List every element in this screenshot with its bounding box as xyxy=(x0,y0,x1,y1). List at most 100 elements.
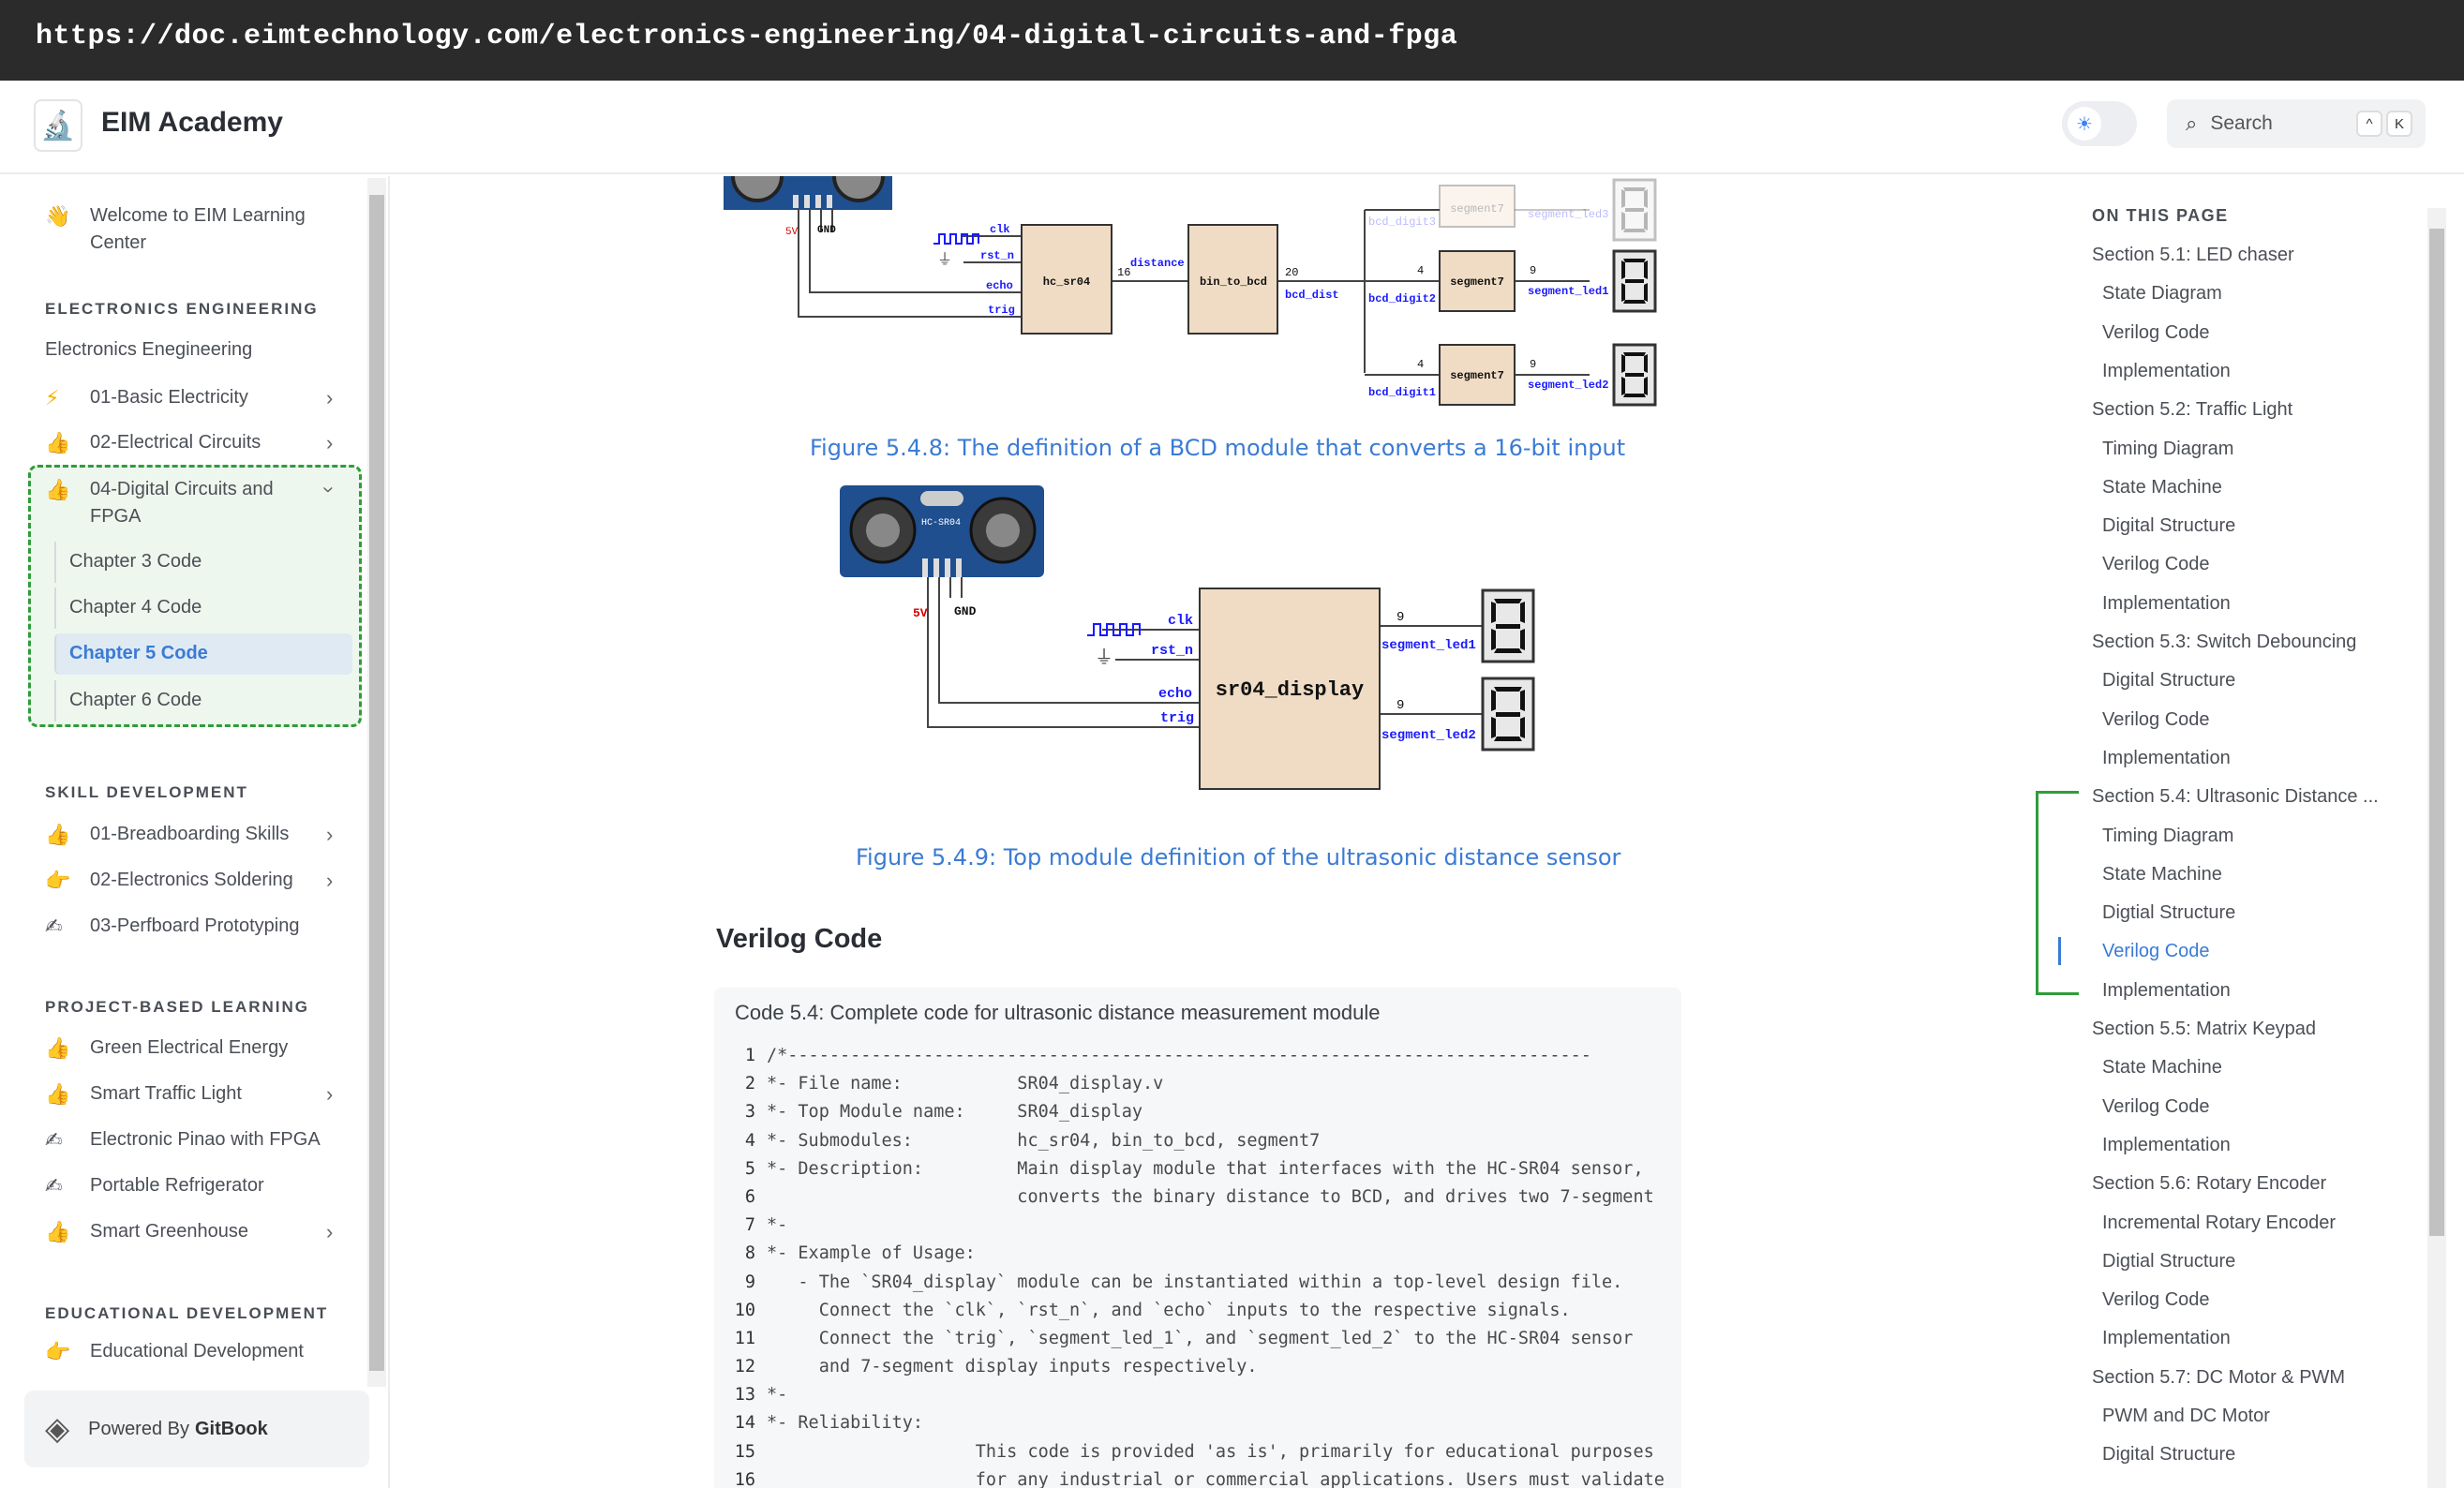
line-text: *- File name: SR04_display.v xyxy=(767,1074,1164,1094)
toc-subsection-link[interactable]: Verilog Code xyxy=(2102,709,2210,731)
chevron-right-icon[interactable]: › xyxy=(326,429,333,456)
sidebar-item-label: Educational Development xyxy=(90,1341,304,1362)
toc-section-link[interactable]: Section 5.7: DC Motor & PWM xyxy=(2092,1367,2345,1389)
toc-subsection-link[interactable]: Implementation xyxy=(2102,593,2231,615)
toc-subsection-link[interactable]: Verilog Code xyxy=(2102,1096,2210,1118)
sidebar-item-label: 01-Breadboarding Skills xyxy=(90,824,290,844)
code-line: 5 *- Description: Main display module tha… xyxy=(714,1155,1681,1183)
toc-subsection-link[interactable]: State Machine xyxy=(2102,864,2222,885)
search-button[interactable]: ⌕ Search ^ K xyxy=(2167,99,2426,148)
chevron-right-icon[interactable]: › xyxy=(326,384,333,411)
toc-subsection-link[interactable]: State Machine xyxy=(2102,1057,2222,1079)
code-line: 13 *- xyxy=(714,1381,1681,1409)
sidebar-item-label: 03-Perfboard Prototyping xyxy=(90,915,300,936)
line-number: 5 xyxy=(744,1158,755,1179)
toc-subsection-link[interactable]: Digtial Structure xyxy=(2102,902,2235,924)
brand-title[interactable]: EIM Academy xyxy=(101,107,283,139)
seven-segment-display-1 xyxy=(1481,588,1535,663)
code-line: 2 *- File name: SR04_display.v xyxy=(714,1070,1681,1098)
sidebar-subitem-chapter5[interactable]: Chapter 5 Code xyxy=(54,633,352,675)
line-text: /*--------------------------------------… xyxy=(767,1046,1591,1065)
label-rst-n: rst_n xyxy=(1151,643,1193,659)
sidebar-item-label: 02-Electrical Circuits xyxy=(90,432,261,453)
toc-subsection-link[interactable]: Digital Structure xyxy=(2102,515,2235,537)
code-line: 12 and 7-segment display inputs respecti… xyxy=(714,1353,1681,1381)
toc-subsection-link[interactable]: Implementation xyxy=(2102,361,2231,382)
sidebar-scrollbar[interactable] xyxy=(367,178,386,1387)
chevron-down-icon[interactable]: › xyxy=(316,486,343,493)
label-segment-led1: segment_led1 xyxy=(1381,638,1476,653)
line-text: Connect the `trig`, `segment_led_1`, and… xyxy=(767,1328,1634,1348)
line-number: 4 xyxy=(744,1130,755,1151)
toc-subsection-link[interactable]: Implementation xyxy=(2102,1135,2231,1156)
toc-subsection-link[interactable]: Timing Diagram xyxy=(2102,439,2233,460)
theme-toggle[interactable]: ☀ xyxy=(2062,101,2137,146)
toc-section-link[interactable]: Section 5.5: Matrix Keypad xyxy=(2092,1019,2316,1040)
toc-subsection-link[interactable]: Implementation xyxy=(2102,1328,2231,1349)
chevron-right-icon[interactable]: › xyxy=(326,821,333,848)
chevron-right-icon[interactable]: › xyxy=(326,1218,333,1245)
toc-subsection-link[interactable]: Implementation xyxy=(2102,980,2231,1002)
toc-subsection-link[interactable]: Verilog Code xyxy=(2102,1289,2210,1311)
pointing-right-icon: 👉 xyxy=(45,869,71,892)
toc-subsection-link[interactable]: Verilog Code xyxy=(2102,554,2210,575)
label-width-16: 16 xyxy=(1117,266,1130,279)
sidebar-subitem-chapter4[interactable]: Chapter 4 Code xyxy=(54,588,352,629)
label-trig: trig xyxy=(1160,710,1194,726)
toc-active-marker xyxy=(2058,937,2061,965)
toc-subsection-link[interactable]: Timing Diagram xyxy=(2102,826,2233,847)
writing-hand-icon: ✍ xyxy=(45,915,63,938)
figure-caption-5-4-9: Figure 5.4.9: Top module definition of t… xyxy=(856,844,1621,870)
toc-subsection-link[interactable]: Incremental Rotary Encoder xyxy=(2102,1213,2336,1234)
toc-subsection-link[interactable]: State Diagram xyxy=(2102,283,2222,305)
toc-section-link[interactable]: Section 5.4: Ultrasonic Distance ... xyxy=(2092,786,2379,808)
chevron-right-icon[interactable]: › xyxy=(326,1080,333,1108)
gitbook-icon: ◈ xyxy=(45,1411,70,1447)
line-text: converts the binary distance to BCD, and… xyxy=(767,1186,1654,1207)
label-bcd-digit2: bcd_digit2 xyxy=(1368,292,1436,305)
address-bar[interactable]: https://doc.eimtechnology.com/electronic… xyxy=(0,0,2464,81)
module-segment7-mid-label: segment7 xyxy=(1450,275,1504,289)
sidebar-item-electronics-engineering[interactable]: Electronics Enegineering xyxy=(45,339,252,361)
line-number: 7 xyxy=(744,1215,755,1236)
toc-subsection-link[interactable]: Digtial Structure xyxy=(2102,1251,2235,1272)
line-number: 16 xyxy=(734,1469,755,1488)
chevron-right-icon[interactable]: › xyxy=(326,867,333,894)
seven-segment-display-2 xyxy=(1481,677,1535,751)
label-clk: clk xyxy=(1168,613,1193,629)
code-lines: 1 /*-------------------------------------… xyxy=(714,1042,1681,1488)
sidebar-subitem-chapter6[interactable]: Chapter 6 Code xyxy=(54,680,352,722)
code-line: 10 Connect the `clk`, `rst_n`, and `echo… xyxy=(714,1297,1681,1325)
toc-section-link[interactable]: Section 5.6: Rotary Encoder xyxy=(2092,1173,2326,1195)
search-placeholder: Search xyxy=(2210,112,2273,134)
sidebar-subitem-chapter3[interactable]: Chapter 3 Code xyxy=(54,542,352,583)
sidebar-item-label: 04-Digital Circuits and FPGA xyxy=(90,479,274,527)
toc-subsection-link[interactable]: State Machine xyxy=(2102,477,2222,498)
line-number: 15 xyxy=(734,1441,755,1462)
line-text: This code is provided 'as is', primarily… xyxy=(767,1441,1654,1462)
toc-section-link[interactable]: Section 5.1: LED chaser xyxy=(2092,245,2294,266)
line-number: 6 xyxy=(744,1186,755,1207)
scrollbar-thumb[interactable] xyxy=(369,195,384,1371)
page-scrollbar[interactable] xyxy=(2427,208,2446,1488)
powered-by-gitbook-link[interactable]: ◈ Powered By GitBook xyxy=(24,1391,369,1467)
toc-subsection-link[interactable]: Digital Structure xyxy=(2102,1444,2235,1466)
scrollbar-thumb[interactable] xyxy=(2429,229,2444,1236)
toc-subsection-link[interactable]: Verilog Code xyxy=(2102,941,2210,962)
seven-segment-display-1 xyxy=(1612,249,1657,313)
figure-top-module-diagram: HC-SR04 5V GND ⏚ clk rst_n echo trig sr0… xyxy=(840,485,1535,790)
label-segment-led1: segment_led1 xyxy=(1528,285,1608,298)
code-block[interactable]: Code 5.4: Complete code for ultrasonic d… xyxy=(714,988,1681,1488)
toc-subsection-link[interactable]: PWM and DC Motor xyxy=(2102,1406,2270,1427)
label-gnd: GND xyxy=(817,225,836,236)
label-width-20: 20 xyxy=(1285,266,1298,279)
code-line: 11 Connect the `trig`, `segment_led_1`, … xyxy=(714,1325,1681,1353)
toc-subsection-link[interactable]: Verilog Code xyxy=(2102,322,2210,344)
toc-section-link[interactable]: Section 5.3: Switch Debouncing xyxy=(2092,632,2356,653)
toc-section-link[interactable]: Section 5.2: Traffic Light xyxy=(2092,399,2292,421)
toc-subsection-link[interactable]: Implementation xyxy=(2102,748,2231,769)
code-line: 15 This code is provided 'as is', primar… xyxy=(714,1438,1681,1466)
logo-microscope-icon[interactable]: 🔬 xyxy=(34,99,82,152)
toc-subsection-link[interactable]: Digital Structure xyxy=(2102,670,2235,692)
thumbs-up-icon: 👍 xyxy=(45,1082,71,1106)
